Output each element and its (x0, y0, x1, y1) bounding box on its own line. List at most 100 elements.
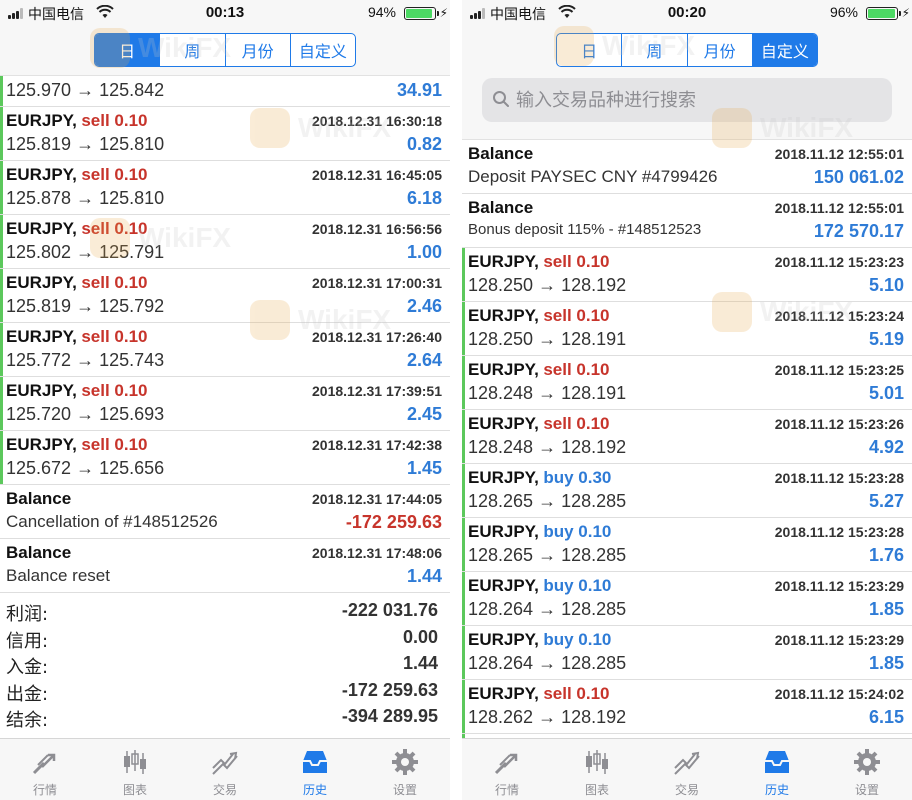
tab-settings[interactable]: 设置 (360, 739, 450, 800)
balance-item[interactable]: Balance 2018.12.31 17:44:05 Cancellation o… (0, 485, 450, 539)
segment-week[interactable]: 周 (622, 34, 688, 66)
row-header: EURJPY, sell 0.10 2018.12.31 16:30:18 (6, 111, 442, 133)
summary-label: 结余: (6, 710, 49, 731)
row-detail: 125.878 → 125.810 6.18 (6, 188, 442, 212)
list-item[interactable]: EURJPY, sell 0.10 2018.11.12 15:23:24 128.… (462, 302, 912, 356)
symbol-search-bar[interactable] (482, 78, 892, 122)
list-item[interactable]: EURJPY, buy 0.10 2018.11.12 15:23:28 128.2… (462, 518, 912, 572)
list-item[interactable]: EURJPY, sell 0.10 2018.12.31 17:00:31 125.… (0, 269, 450, 323)
balance-item[interactable]: Balance 2018.12.31 17:48:06 Balance reset 1… (0, 539, 450, 593)
summary-row-profit: 利润: -222 031.76 (6, 600, 444, 627)
segment-custom[interactable]: 自定义 (752, 34, 817, 66)
row-detail: Balance reset 1.44 (6, 566, 442, 590)
profit-value: 6.18 (406, 188, 442, 208)
profit-value: 1.76 (868, 545, 904, 565)
balance-item[interactable]: Balance 2018.11.12 12:55:01 Bonus deposit … (462, 194, 912, 248)
row-detail: 128.250 → 128.191 5.19 (468, 329, 904, 353)
trade-datetime: 2018.11.12 15:23:26 (774, 416, 904, 432)
segment-custom[interactable]: 自定义 (291, 34, 355, 66)
trade-side: sell 0.10 (81, 273, 148, 292)
segment-day[interactable]: 日 (557, 34, 623, 66)
list-item[interactable]: EURJPY, sell 0.10 2018.12.31 16:30:18 125.… (0, 107, 450, 161)
summary-value: -172 259.63 (341, 679, 438, 700)
charging-icon: ⚡ (439, 6, 448, 20)
list-item[interactable]: EURJPY, sell 0.10 2018.12.31 17:42:38 125.… (0, 431, 450, 485)
balance-datetime: 2018.12.31 17:44:05 (312, 491, 442, 507)
list-item[interactable]: EURJPY, buy 0.30 2018.11.12 15:23:28 128.2… (462, 464, 912, 518)
price-range: 128.264 → 128.285 (468, 599, 627, 619)
tab-settings[interactable]: 设置 (822, 739, 912, 800)
status-bar: 中国电信 00:20 96% ⚡ (462, 0, 912, 26)
tab-history[interactable]: 历史 (732, 739, 822, 800)
list-item[interactable]: EURJPY, sell 0.10 2018.11.12 15:23:23 128.… (462, 248, 912, 302)
list-item[interactable]: EURJPY, sell 0.10 2018.12.31 17:39:51 125.… (0, 377, 450, 431)
profit-value: 1.85 (868, 599, 904, 619)
list-item[interactable]: EURJPY, sell 0.10 2018.11.12 15:23:25 128.… (462, 356, 912, 410)
symbol-label: EURJPY, (6, 327, 77, 346)
segment-day[interactable]: 日 (95, 34, 161, 66)
list-item[interactable]: EURJPY, sell 0.10 2018.12.31 16:45:05 125.… (0, 161, 450, 215)
tab-label: 交易 (674, 783, 699, 797)
list-item[interactable]: EURJPY, sell 0.10 2018.11.12 15:24:02 128.… (462, 680, 912, 734)
tab-quotes[interactable]: 行情 (462, 739, 552, 800)
symbol-label: EURJPY, (6, 381, 77, 400)
balance-datetime: 2018.12.31 17:48:06 (312, 545, 442, 561)
tab-label: 历史 (302, 783, 327, 797)
trade-side: sell 0.10 (543, 360, 610, 379)
balance-title: Balance (6, 489, 72, 508)
balance-title: Balance (468, 198, 534, 217)
segment-week[interactable]: 周 (160, 34, 226, 66)
tab-quotes[interactable]: 行情 (0, 739, 90, 800)
segment-month[interactable]: 月份 (688, 34, 753, 66)
symbol-label: EURJPY, (468, 252, 539, 271)
row-detail: 125.772 → 125.743 2.64 (6, 350, 442, 374)
tab-chart[interactable]: 图表 (552, 739, 642, 800)
list-item[interactable]: EURJPY, sell 0.10 2018.12.31 17:26:40 125.… (0, 323, 450, 377)
list-item[interactable]: EURJPY, sell 0.10 2018.12.31 16:56:56 125.… (0, 215, 450, 269)
trade-side: sell 0.10 (81, 381, 148, 400)
settings-icon (390, 747, 420, 777)
segment-month[interactable]: 月份 (226, 34, 291, 66)
tab-trade[interactable]: 交易 (642, 739, 732, 800)
symbol-label: EURJPY, (468, 522, 539, 541)
profit-value: 1.85 (868, 653, 904, 673)
list-item[interactable]: EURJPY, sell 0.10 2018.11.12 15:23:26 128.… (462, 410, 912, 464)
row-header: EURJPY, sell 0.10 2018.11.12 15:23:24 (468, 306, 904, 328)
trade-datetime: 2018.11.12 15:24:02 (774, 686, 904, 702)
symbol-label: EURJPY, (468, 468, 539, 487)
tab-label: 交易 (212, 783, 237, 797)
trade-datetime: 2018.12.31 17:39:51 (312, 383, 442, 399)
balance-datetime: 2018.11.12 12:55:01 (774, 200, 904, 216)
list-item[interactable]: EURJPY, buy 0.10 2018.11.12 15:23:29 128.2… (462, 626, 912, 680)
summary-value: 1.44 (402, 653, 438, 673)
tab-trade[interactable]: 交易 (180, 739, 270, 800)
tab-chart[interactable]: 图表 (90, 739, 180, 800)
row-detail: Bonus deposit 115% - #148512523 172 570.1… (468, 221, 904, 245)
symbol-label: EURJPY, (6, 273, 77, 292)
summary-value: -222 031.76 (341, 600, 438, 620)
battery-icon (866, 7, 901, 20)
summary-row-credit: 信用: 0.00 (6, 627, 444, 654)
row-header: EURJPY, sell 0.10 2018.12.31 17:39:51 (6, 381, 442, 403)
list-item[interactable]: 125.970 → 125.842 34.91 (0, 76, 450, 107)
profit-value: 5.10 (868, 275, 904, 295)
phone-screen-left: 中国电信 00:13 94% ⚡ 日 周 月份 自定义 125.970 → 12… (0, 0, 450, 800)
trade-datetime: 2018.12.31 17:26:40 (312, 329, 442, 345)
row-detail: 125.720 → 125.693 2.45 (6, 404, 442, 428)
list-item[interactable]: EURJPY, buy 0.10 2018.11.12 15:23:29 128.2… (462, 572, 912, 626)
balance-description: Bonus deposit 115% - #148512523 (468, 221, 702, 238)
search-input[interactable] (516, 84, 876, 116)
balance-datetime: 2018.11.12 12:55:01 (774, 146, 904, 162)
row-header: EURJPY, sell 0.10 2018.11.12 15:23:26 (468, 414, 904, 436)
row-detail: 125.819 → 125.810 0.82 (6, 134, 442, 158)
trade-side: sell 0.10 (543, 252, 610, 271)
price-range: 128.265 → 128.285 (468, 545, 627, 565)
row-detail: Cancellation of #148512526 -172 259.63 (6, 512, 442, 536)
row-header: Balance 2018.11.12 12:55:01 (468, 198, 904, 220)
tab-history[interactable]: 历史 (270, 739, 360, 800)
symbol-label: EURJPY, (468, 630, 539, 649)
balance-amount: 150 061.02 (813, 167, 904, 187)
price-range: 125.819 → 125.810 (6, 134, 165, 154)
balance-item[interactable]: Balance 2018.11.12 12:55:01 Deposit PAYSEC… (462, 140, 912, 194)
row-header: EURJPY, sell 0.10 2018.12.31 17:26:40 (6, 327, 442, 349)
